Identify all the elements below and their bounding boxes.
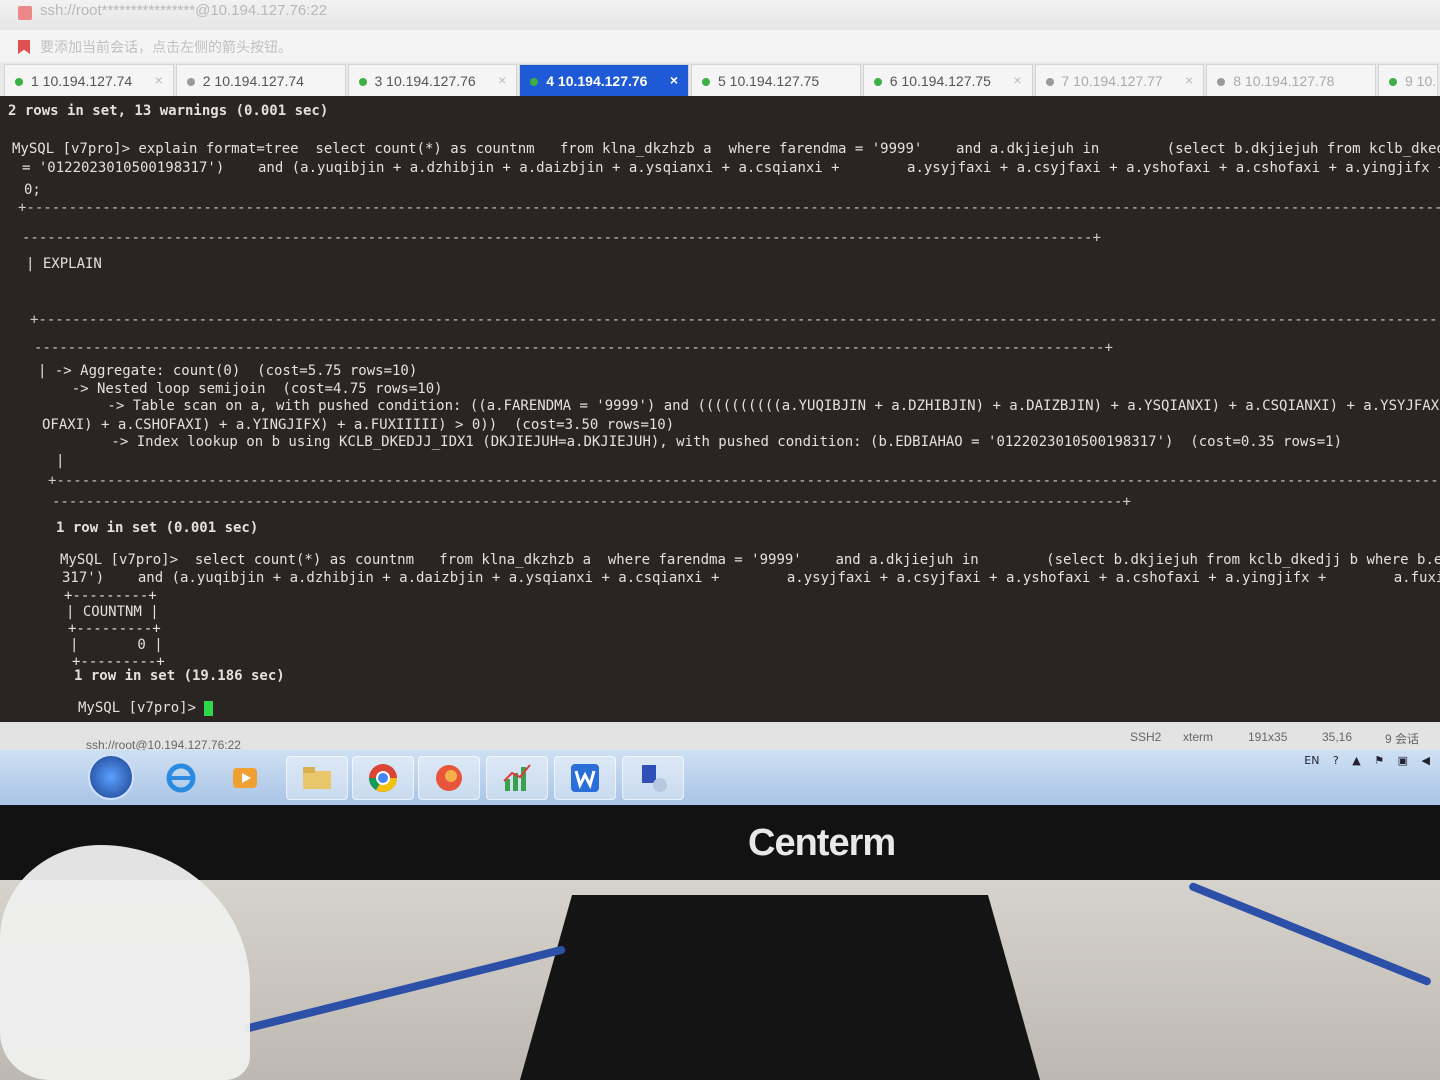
terminal-line: | EXPLAIN bbox=[26, 256, 102, 272]
tab-session-7[interactable]: 7 10.194.127.77 × bbox=[1034, 64, 1205, 96]
media-player-icon[interactable] bbox=[214, 756, 276, 800]
tab-session-5[interactable]: 5 10.194.127.75 bbox=[691, 64, 861, 96]
folder-icon[interactable] bbox=[286, 756, 348, 800]
connected-dot-icon bbox=[186, 78, 195, 86]
connected-dot-icon bbox=[1045, 78, 1054, 86]
terminal-line: | bbox=[56, 453, 65, 469]
terminal-line: -> Nested loop semijoin (cost=4.75 rows=… bbox=[38, 381, 443, 397]
ssh-client-icon[interactable] bbox=[622, 756, 684, 800]
display-icon[interactable]: ▣ bbox=[1398, 754, 1408, 767]
monitor-brand-logo: Centerm bbox=[748, 822, 896, 864]
text-cursor bbox=[204, 700, 214, 716]
table-border: ----------------------------------------… bbox=[52, 494, 1131, 510]
table-border: ----------------------------------------… bbox=[22, 230, 1101, 246]
terminal-line: 2 rows in set, 13 warnings (0.001 sec) bbox=[8, 103, 329, 119]
connected-dot-icon bbox=[530, 78, 539, 86]
monitor-bezel: ssh://root****************@10.194.127.76… bbox=[0, 0, 1440, 900]
terminal-line: 0; bbox=[24, 182, 41, 198]
close-icon[interactable]: × bbox=[498, 72, 506, 88]
terminal-output[interactable]: 2 rows in set, 13 warnings (0.001 sec) M… bbox=[0, 96, 1440, 726]
status-term: xterm bbox=[1183, 730, 1213, 744]
close-icon[interactable]: × bbox=[670, 72, 678, 88]
session-tabs: 1 10.194.127.74 × 2 10.194.127.74 3 10.19… bbox=[0, 62, 1440, 96]
window-titlebar: ssh://root****************@10.194.127.76… bbox=[0, 0, 1440, 30]
status-sessions: 9 会话 bbox=[1385, 732, 1420, 746]
tab-session-8[interactable]: 8 10.194.127.78 bbox=[1206, 64, 1376, 96]
window-title: ssh://root****************@10.194.127.76… bbox=[40, 2, 328, 19]
app-icon bbox=[18, 6, 32, 20]
close-icon[interactable]: × bbox=[155, 72, 163, 88]
wps-writer-icon[interactable] bbox=[554, 756, 616, 800]
tab-session-1[interactable]: 1 10.194.127.74 × bbox=[4, 64, 174, 96]
screen: ssh://root****************@10.194.127.76… bbox=[0, 0, 1440, 805]
terminal-line: 1 row in set (0.001 sec) bbox=[56, 520, 259, 536]
table-border: +---------------------------------------… bbox=[30, 312, 1440, 328]
close-icon[interactable]: × bbox=[1185, 72, 1193, 88]
close-icon[interactable]: × bbox=[1013, 72, 1021, 88]
result-table-header: | COUNTNM | bbox=[66, 604, 159, 620]
terminal-prompt[interactable]: MySQL [v7pro]> bbox=[78, 700, 214, 716]
system-tray: EN ? ▲ ⚑ ▣ ◀ bbox=[1294, 754, 1430, 767]
terminal-line: MySQL [v7pro]> explain format=tree selec… bbox=[12, 141, 1440, 157]
tab-session-4[interactable]: 4 10.194.127.76 × bbox=[519, 64, 689, 96]
status-bar: ssh://root@10.194.127.76:22 SSH2 xterm 1… bbox=[0, 722, 1440, 752]
monitor-stand bbox=[520, 895, 1040, 1080]
result-table-row: | 0 | bbox=[70, 637, 163, 653]
add-session-arrow-icon[interactable] bbox=[18, 40, 30, 54]
terminal-line: = '0122023010500198317') and (a.yuqibjin… bbox=[22, 160, 1440, 176]
swirl-app-icon[interactable] bbox=[418, 756, 480, 800]
connected-dot-icon bbox=[1389, 78, 1397, 86]
connected-dot-icon bbox=[873, 78, 882, 86]
session-hint-bar: 要添加当前会话，点击左侧的箭头按钮。 bbox=[0, 30, 1440, 62]
status-cursor-pos: 35,16 bbox=[1322, 730, 1353, 744]
ie-icon[interactable] bbox=[150, 756, 212, 800]
terminal-line: OFAXI) + a.CSHOFAXI) + a.YINGJIFX) + a.F… bbox=[42, 417, 675, 433]
network-icon[interactable]: ▲ bbox=[1352, 754, 1360, 767]
result-table-border: +---------+ bbox=[64, 588, 157, 604]
status-protocol: SSH2 bbox=[1130, 730, 1162, 744]
terminal-line: 1 row in set (19.186 sec) bbox=[74, 668, 285, 684]
chart-app-icon[interactable] bbox=[486, 756, 548, 800]
tab-session-2[interactable]: 2 10.194.127.74 bbox=[175, 64, 346, 96]
table-border: +---------------------------------------… bbox=[18, 200, 1440, 216]
help-icon[interactable]: ? bbox=[1333, 754, 1339, 767]
volume-icon[interactable]: ◀ bbox=[1422, 754, 1430, 767]
chrome-icon[interactable] bbox=[352, 756, 414, 800]
terminal-line: | -> Aggregate: count(0) (cost=5.75 rows… bbox=[38, 363, 418, 379]
terminal-line: -> Index lookup on b using KCLB_DKEDJJ_I… bbox=[44, 434, 1343, 450]
connected-dot-icon bbox=[15, 78, 23, 86]
session-hint-text: 要添加当前会话，点击左侧的箭头按钮。 bbox=[40, 39, 292, 55]
tab-session-6[interactable]: 6 10.194.127.75 × bbox=[862, 64, 1033, 96]
connected-dot-icon bbox=[1217, 78, 1226, 86]
terminal-line: 317') and (a.yuqibjin + a.dzhibjin + a.d… bbox=[62, 570, 1440, 586]
terminal-line: MySQL [v7pro]> select count(*) as countn… bbox=[60, 552, 1440, 568]
connected-dot-icon bbox=[702, 78, 710, 86]
table-border: ----------------------------------------… bbox=[34, 340, 1113, 356]
terminal-line: -> Table scan on a, with pushed conditio… bbox=[40, 398, 1440, 414]
status-size: 191x35 bbox=[1248, 730, 1288, 744]
table-border: +---------------------------------------… bbox=[48, 473, 1440, 489]
start-button[interactable] bbox=[88, 754, 134, 800]
flag-icon[interactable]: ⚑ bbox=[1374, 754, 1384, 767]
connected-dot-icon bbox=[358, 78, 367, 86]
language-indicator[interactable]: EN bbox=[1304, 754, 1319, 767]
tab-session-9[interactable]: 9 10. bbox=[1378, 64, 1438, 96]
taskbar: EN ? ▲ ⚑ ▣ ◀ bbox=[0, 750, 1440, 805]
tab-session-3[interactable]: 3 10.194.127.76 × bbox=[347, 64, 518, 96]
result-table-border: +---------+ bbox=[68, 621, 161, 637]
